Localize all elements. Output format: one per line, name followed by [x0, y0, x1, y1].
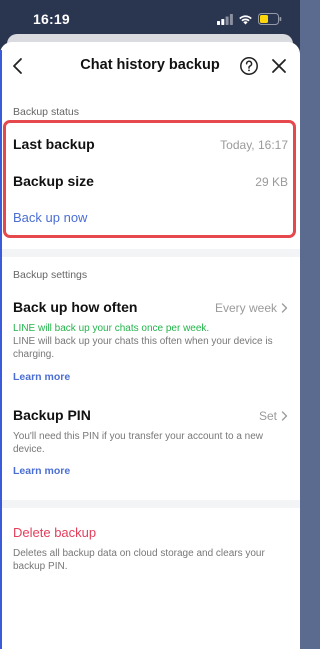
last-backup-value-text: Today, 16:17	[220, 138, 288, 152]
phone-screen: 16:19 Chat history backup Backup status …	[0, 0, 300, 649]
status-icons	[217, 13, 282, 25]
how-often-description: LINE will back up your chats this often …	[13, 336, 273, 360]
backup-size-value-text: 29 KB	[255, 175, 288, 189]
section-label-backup-status: Backup status	[13, 106, 79, 118]
backup-pin-label[interactable]: Backup PIN	[13, 407, 91, 423]
help-icon	[240, 57, 258, 75]
battery-icon	[258, 13, 282, 25]
backup-sheet: Chat history backup Backup status Last b…	[0, 42, 300, 649]
how-often-value-text: Every week	[214, 301, 277, 315]
close-icon	[272, 59, 286, 73]
last-backup-label: Last backup	[13, 136, 95, 152]
learn-more-link-frequency[interactable]: Learn more	[13, 371, 70, 383]
how-often-note: LINE will back up your chats once per we…	[13, 323, 210, 334]
delete-backup-button[interactable]: Delete backup	[13, 525, 96, 540]
last-backup-value: Today, 16:17	[220, 138, 288, 152]
chevron-right-icon	[281, 411, 288, 421]
section-label-backup-settings: Backup settings	[13, 269, 88, 281]
status-time: 16:19	[33, 11, 70, 27]
backup-pin-description: You'll need this PIN if you transfer you…	[13, 431, 264, 455]
section-divider	[0, 249, 300, 257]
backup-pin-value-text: Set	[258, 409, 277, 423]
chevron-right-icon	[281, 303, 288, 313]
how-often-label[interactable]: Back up how often	[13, 299, 137, 315]
how-often-value[interactable]: Every week	[215, 301, 288, 315]
delete-backup-description: Deletes all backup data on cloud storage…	[13, 548, 265, 572]
backup-size-value: 29 KB	[255, 175, 288, 189]
close-button[interactable]	[270, 57, 288, 75]
signal-icon	[217, 13, 233, 25]
help-button[interactable]	[239, 56, 259, 76]
learn-more-link-pin[interactable]: Learn more	[13, 465, 70, 477]
section-divider	[0, 500, 300, 508]
backup-size-label: Backup size	[13, 173, 94, 189]
window-edge	[0, 50, 2, 649]
back-up-now-button[interactable]: Back up now	[13, 210, 87, 225]
backup-pin-value[interactable]: Set	[259, 409, 288, 423]
header: Chat history backup	[0, 42, 300, 92]
wifi-icon	[239, 14, 252, 24]
